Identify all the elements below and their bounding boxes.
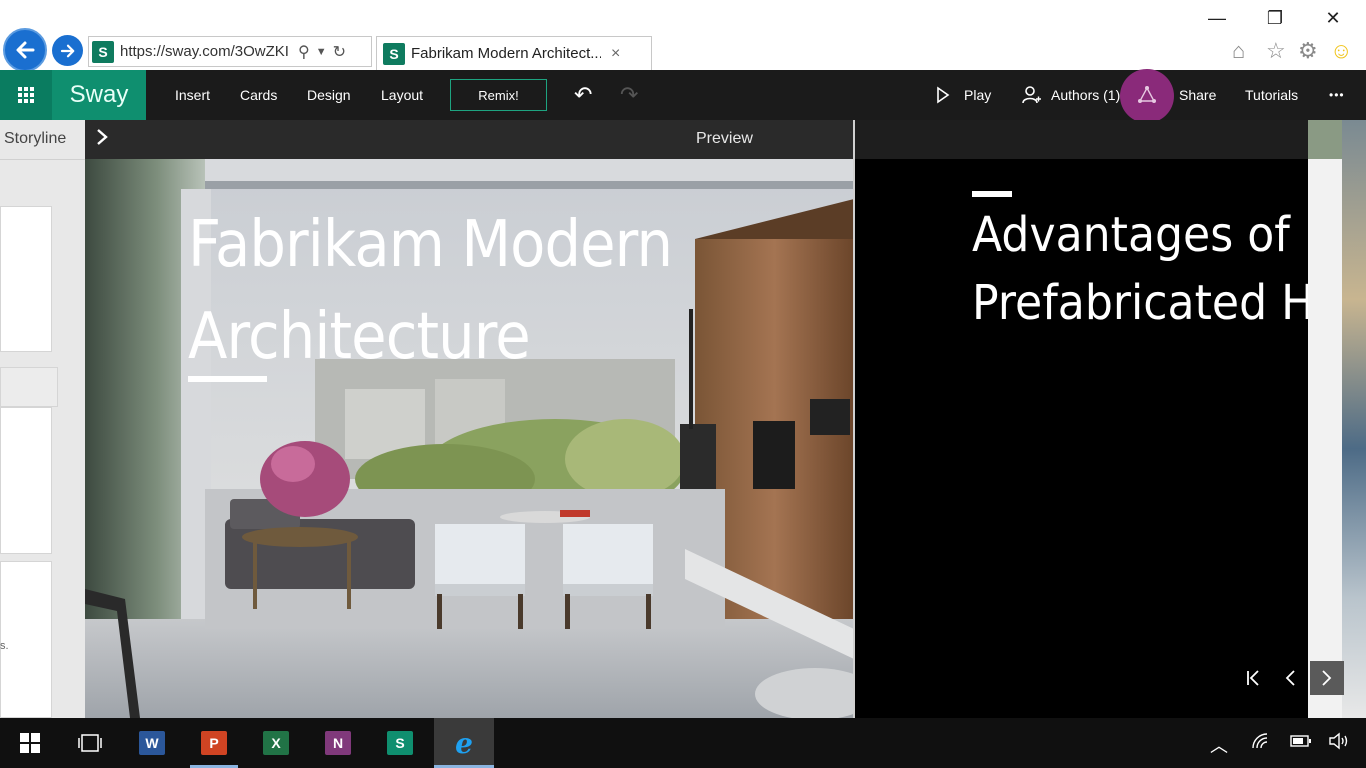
- battery-icon[interactable]: [1290, 732, 1312, 753]
- authors-label: Authors (1): [1051, 87, 1121, 103]
- browser-tab[interactable]: S Fabrikam Modern Architect... ×: [376, 36, 652, 70]
- taskbar-internet-explorer[interactable]: e: [434, 718, 494, 768]
- browser-chrome: — ❐ ✕ S https://sway.com/3OwZKI ⚲ ▼ ↻ S …: [0, 0, 1366, 72]
- next-card-peek: [1308, 120, 1366, 718]
- slide-2-title-line1: Advantages of: [972, 207, 1290, 263]
- first-slide-button[interactable]: [1236, 661, 1270, 695]
- settings-gear-icon[interactable]: ⚙: [1298, 38, 1318, 64]
- storyline-card[interactable]: [0, 407, 52, 554]
- taskbar-onenote[interactable]: N: [314, 718, 362, 768]
- close-window-icon[interactable]: ✕: [1318, 8, 1348, 29]
- authors-button[interactable]: Authors (1): [1021, 70, 1120, 120]
- home-icon[interactable]: ⌂: [1232, 38, 1245, 64]
- tab-title: Fabrikam Modern Architect...: [411, 45, 601, 62]
- windows-logo-icon: [20, 733, 40, 753]
- heading-accent-bar: [972, 191, 1012, 197]
- restore-icon[interactable]: ❐: [1260, 8, 1290, 29]
- taskbar-powerpoint[interactable]: P: [190, 718, 238, 768]
- slide-title-card[interactable]: Fabrikam Modern Architecture: [85, 159, 854, 718]
- more-options-icon[interactable]: •••: [1329, 70, 1345, 120]
- menu-design[interactable]: Design: [307, 70, 351, 120]
- next-slide-button[interactable]: [1310, 661, 1344, 695]
- title-accent-bar: [188, 376, 267, 382]
- taskbar-excel[interactable]: X: [252, 718, 300, 768]
- slide-section-card[interactable]: Advantages of Prefabricated H: [855, 159, 1308, 718]
- play-label: Play: [964, 87, 992, 103]
- menu-layout[interactable]: Layout: [381, 70, 423, 120]
- feedback-smiley-icon[interactable]: ☺: [1330, 38, 1352, 64]
- wifi-icon[interactable]: [1251, 732, 1271, 755]
- chevron-left-icon: [1285, 670, 1295, 686]
- sway-favicon-icon: S: [92, 40, 114, 63]
- internet-explorer-icon: e: [455, 726, 473, 760]
- add-person-icon: [1022, 86, 1041, 104]
- share-highlight[interactable]: [1120, 69, 1174, 123]
- preview-header: Preview: [85, 120, 855, 159]
- show-hidden-icons-icon[interactable]: ︿: [1210, 732, 1228, 758]
- back-button[interactable]: [3, 28, 47, 72]
- chevron-right-icon: [1322, 670, 1332, 686]
- next-card-header: [1308, 120, 1342, 159]
- storyline-label[interactable]: Storyline: [4, 130, 66, 148]
- preview-title: Preview: [696, 130, 753, 147]
- volume-icon[interactable]: [1328, 732, 1350, 755]
- arrow-left-icon: [16, 41, 35, 59]
- start-button[interactable]: [6, 718, 54, 768]
- share-label[interactable]: Share: [1179, 70, 1216, 120]
- dropdown-icon[interactable]: ▼: [316, 46, 327, 58]
- preview-header-extension: [855, 120, 1308, 159]
- task-view-button[interactable]: [66, 718, 114, 768]
- next-card-photo: [1342, 120, 1366, 718]
- excel-icon: X: [263, 731, 289, 755]
- previous-slide-button[interactable]: [1273, 661, 1307, 695]
- menu-insert[interactable]: Insert: [175, 70, 210, 120]
- redo-icon[interactable]: ↷: [620, 70, 638, 120]
- refresh-icon[interactable]: ↻: [333, 42, 346, 62]
- remix-button[interactable]: Remix!: [450, 79, 547, 111]
- sway-brand[interactable]: Sway: [52, 70, 146, 120]
- app-launcher-button[interactable]: [0, 70, 52, 120]
- tutorials-link[interactable]: Tutorials: [1245, 70, 1298, 120]
- slide-2-title-line2: Prefabricated H: [972, 275, 1308, 331]
- address-url[interactable]: https://sway.com/3OwZKI: [120, 43, 292, 60]
- tab-close-icon[interactable]: ×: [611, 45, 620, 63]
- play-icon: [937, 86, 950, 104]
- slide-1-title: Fabrikam Modern Architecture: [188, 208, 673, 374]
- task-view-icon: [78, 734, 102, 752]
- sway-favicon-icon: S: [383, 42, 405, 65]
- divider: [0, 159, 85, 160]
- waffle-icon: [18, 87, 34, 103]
- undo-icon[interactable]: ↶: [574, 70, 592, 120]
- minimize-icon[interactable]: —: [1202, 8, 1232, 29]
- skip-to-start-icon: [1247, 670, 1259, 686]
- search-icon[interactable]: ⚲: [298, 42, 310, 62]
- address-bar[interactable]: S https://sway.com/3OwZKI ⚲ ▼ ↻: [88, 36, 372, 67]
- favorites-star-icon[interactable]: ☆: [1266, 38, 1286, 64]
- word-icon: W: [139, 731, 165, 755]
- powerpoint-icon: P: [201, 731, 227, 755]
- chevron-right-icon[interactable]: [95, 128, 109, 151]
- sway-toolbar: Sway Insert Cards Design Layout Remix! ↶…: [0, 69, 1366, 123]
- forward-button[interactable]: [52, 35, 83, 66]
- taskbar-word[interactable]: W: [128, 718, 176, 768]
- arrow-right-icon: [60, 44, 74, 57]
- sway-icon: S: [387, 731, 413, 755]
- onenote-icon: N: [325, 731, 351, 755]
- storyline-section-header[interactable]: [0, 367, 58, 407]
- play-button[interactable]: Play: [936, 70, 991, 120]
- storyline-card-title[interactable]: [0, 206, 52, 352]
- menu-cards[interactable]: Cards: [240, 70, 277, 120]
- windows-taskbar: W P X N S e ︿: [0, 718, 1366, 768]
- share-icon: [1138, 86, 1156, 103]
- taskbar-sway[interactable]: S: [376, 718, 424, 768]
- storyline-panel: Storyline s.: [0, 120, 85, 718]
- slide-2-title: Advantages of Prefabricated H: [972, 201, 1308, 337]
- storyline-text-snippet: s.: [0, 640, 9, 652]
